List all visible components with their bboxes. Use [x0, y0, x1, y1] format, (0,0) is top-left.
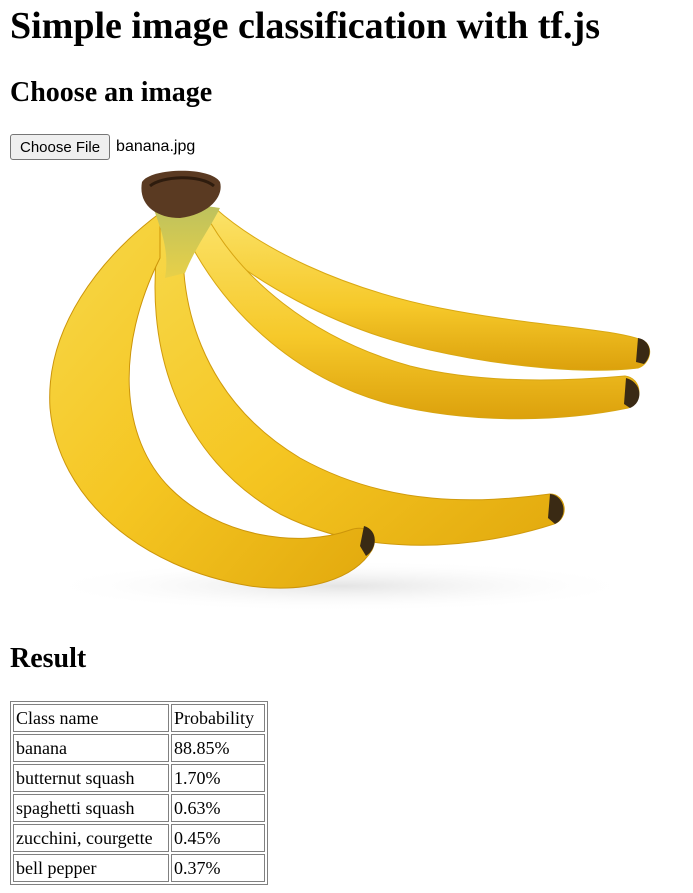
probability-cell: 0.63% [171, 794, 265, 822]
table-row: bell pepper 0.37% [13, 854, 265, 882]
column-header-class-name: Class name [13, 704, 169, 732]
banana-image [40, 170, 651, 612]
table-row: butternut squash 1.70% [13, 764, 265, 792]
class-name-cell: banana [13, 734, 169, 762]
page: Simple image classification with tf.js C… [0, 0, 693, 885]
probability-cell: 88.85% [171, 734, 265, 762]
probability-cell: 0.37% [171, 854, 265, 882]
class-name-cell: bell pepper [13, 854, 169, 882]
file-input[interactable]: Choose File banana.jpg [10, 134, 195, 160]
choose-image-heading: Choose an image [10, 77, 213, 108]
preview-image [10, 168, 670, 614]
choose-file-button[interactable]: Choose File [10, 134, 111, 160]
table-row: spaghetti squash 0.63% [13, 794, 265, 822]
column-header-probability: Probability [171, 704, 265, 732]
result-heading: Result [10, 643, 87, 674]
table-row: zucchini, courgette 0.45% [13, 824, 265, 852]
results-table: Class name Probability banana 88.85% but… [10, 701, 268, 885]
class-name-cell: spaghetti squash [13, 794, 169, 822]
class-name-cell: butternut squash [13, 764, 169, 792]
table-header-row: Class name Probability [13, 704, 265, 732]
table-row: banana 88.85% [13, 734, 265, 762]
probability-cell: 0.45% [171, 824, 265, 852]
class-name-cell: zucchini, courgette [13, 824, 169, 852]
selected-file-name: banana.jpg [116, 138, 196, 155]
probability-cell: 1.70% [171, 764, 265, 792]
page-title: Simple image classification with tf.js [10, 5, 601, 47]
